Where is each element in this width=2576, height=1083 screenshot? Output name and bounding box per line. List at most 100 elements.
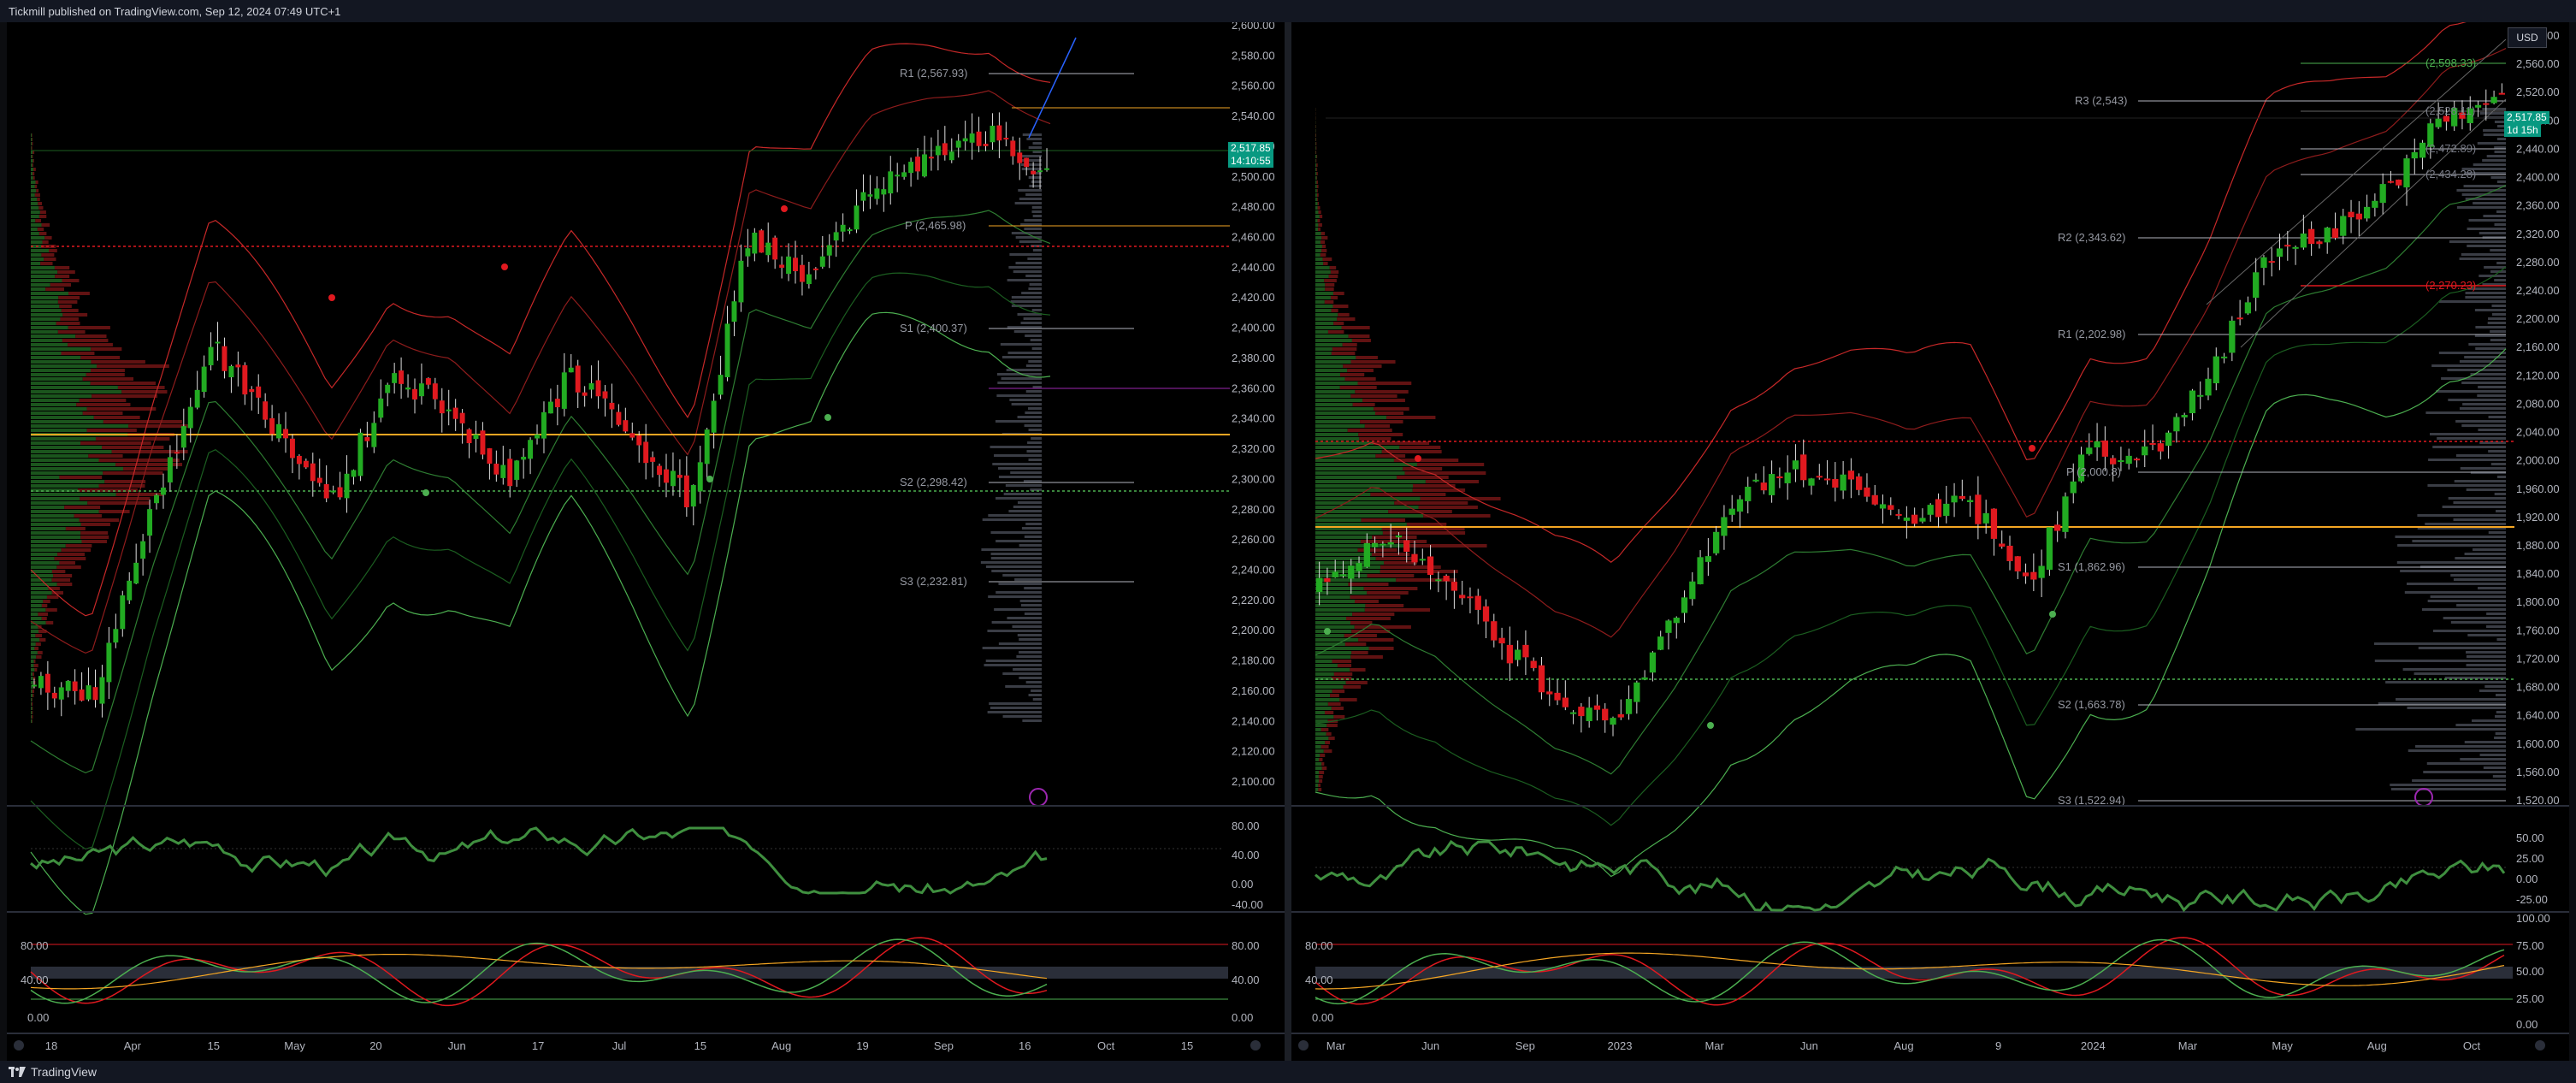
price-tick: 2,260.00 (1232, 533, 1275, 546)
price-tick: 2,400.00 (2516, 171, 2560, 184)
price-tick: 2,160.00 (1232, 684, 1275, 697)
pivot-s2-label: S2 (2,298.42) (900, 476, 967, 488)
price-tick: 2,580.00 (1232, 49, 1275, 62)
countdown-badge: 14:10:55 (1228, 155, 1273, 168)
pivot-r1-label: R1 (2,202.98) (2058, 328, 2126, 340)
price-tick: 2,400.00 (1232, 322, 1275, 334)
price-tick: 1,720.00 (2516, 652, 2560, 665)
svg-text:25.00: 25.00 (2516, 852, 2544, 865)
price-tick: 2,440.00 (2516, 142, 2560, 155)
svg-text:40.00: 40.00 (21, 974, 49, 986)
price-tick: 2,200.00 (1232, 624, 1275, 636)
price-tick: 2,200.00 (2516, 312, 2560, 325)
svg-text:80.00: 80.00 (1232, 939, 1260, 952)
svg-text:40.00: 40.00 (1232, 974, 1260, 986)
time-tick: Aug (2367, 1039, 2387, 1052)
last-price-badge: 2,517.85 (1228, 142, 1273, 155)
time-tick: 15 (1181, 1039, 1193, 1052)
level-label: (2,270.23) (2425, 279, 2476, 292)
svg-text:0.00: 0.00 (1232, 878, 1253, 891)
price-tick: 2,500.00 (1232, 170, 1275, 183)
pivot-s1-label: S1 (2,400.37) (900, 322, 967, 334)
price-tick: 2,380.00 (1232, 352, 1275, 364)
time-tick: Sep (934, 1039, 954, 1052)
pivot-r3-label: R3 (2,543) (2075, 94, 2127, 107)
price-tick: 1,880.00 (2516, 539, 2560, 552)
left-chart-panel[interactable]: R1 (2,567.93) P (2,465.98) S1 (2,400.37)… (7, 19, 1285, 1061)
price-tick: 2,240.00 (1232, 563, 1275, 576)
price-tick: 2,460.00 (1232, 231, 1275, 244)
price-tick: 2,120.00 (1232, 745, 1275, 758)
price-tick: 2,220.00 (1232, 594, 1275, 607)
svg-text:0.00: 0.00 (1312, 1011, 1333, 1024)
time-tick: 17 (532, 1039, 544, 1052)
time-tick: Aug (771, 1039, 791, 1052)
publisher-text: Tickmill published on TradingView.com, S… (9, 5, 341, 18)
time-tick: Apr (124, 1039, 142, 1052)
price-tick: 2,040.00 (2516, 426, 2560, 439)
price-tick: 2,160.00 (2516, 340, 2560, 353)
price-tick: 2,520.00 (2516, 86, 2560, 98)
price-tick: 2,440.00 (1232, 261, 1275, 274)
time-tick: Oct (2463, 1039, 2481, 1052)
price-tick: 2,420.00 (1232, 291, 1275, 304)
price-tick: 2,300.00 (1232, 472, 1275, 485)
price-tick: 2,340.00 (1232, 412, 1275, 425)
time-tick: Jun (448, 1039, 466, 1052)
price-tick: 1,800.00 (2516, 595, 2560, 608)
left-chart-svg[interactable]: R1 (2,567.93) P (2,465.98) S1 (2,400.37)… (7, 19, 1285, 1061)
time-tick: Mar (1326, 1039, 1346, 1052)
svg-text:0.00: 0.00 (1232, 1011, 1253, 1024)
pivot-s3-label: S3 (1,522.94) (2058, 794, 2125, 807)
price-tick: 1,960.00 (2516, 482, 2560, 495)
time-tick: 2024 (2081, 1039, 2106, 1052)
svg-text:40.00: 40.00 (1232, 849, 1260, 861)
price-tick: 2,280.00 (1232, 503, 1275, 516)
right-chart-svg[interactable]: R3 (2,543) R2 (2,343.62) R1 (2,202.98) P… (1291, 0, 2569, 1061)
footer-bar: TradingView (0, 1061, 2576, 1083)
svg-text:75.00: 75.00 (2516, 939, 2544, 952)
time-tick: Jun (1421, 1039, 1439, 1052)
time-tick: Sep (1515, 1039, 1535, 1052)
time-tick: 18 (45, 1039, 57, 1052)
price-tick: 1,680.00 (2516, 681, 2560, 694)
level-label: (2,528.11) (2425, 104, 2475, 117)
time-tick: Mar (1705, 1039, 1724, 1052)
price-tick: 2,140.00 (1232, 714, 1275, 727)
time-tick: Jul (612, 1039, 627, 1052)
svg-text:50.00: 50.00 (2516, 965, 2544, 978)
price-tick: 1,640.00 (2516, 709, 2560, 722)
time-tick: Mar (2178, 1039, 2198, 1052)
level-label: (2,472.89) (2425, 142, 2476, 155)
pivot-p-label: P (2,000.8) (2066, 465, 2121, 478)
pivot-p-label: P (2,465.98) (905, 219, 966, 232)
svg-text:40.00: 40.00 (1305, 974, 1333, 986)
panel-divider[interactable] (1285, 22, 1291, 1061)
right-chart-panel[interactable]: R3 (2,543) R2 (2,343.62) R1 (2,202.98) P… (1291, 0, 2569, 1061)
time-tick: May (284, 1039, 305, 1052)
svg-text:25.00: 25.00 (2516, 992, 2544, 1005)
tradingview-logo[interactable]: TradingView (9, 1065, 97, 1079)
time-tick: 9 (1995, 1039, 2001, 1052)
price-tick: 2,360.00 (1232, 382, 1275, 394)
time-tick: 2023 (1608, 1039, 1633, 1052)
price-tick: 2,080.00 (2516, 397, 2560, 410)
currency-button[interactable]: USD (2508, 27, 2547, 48)
time-tick: 15 (694, 1039, 706, 1052)
svg-text:-40.00: -40.00 (1232, 898, 1263, 911)
time-tick: Aug (1894, 1039, 1913, 1052)
time-tick: 20 (369, 1039, 381, 1052)
svg-text:0.00: 0.00 (2516, 873, 2538, 885)
top-bar: Tickmill published on TradingView.com, S… (0, 0, 2576, 22)
time-tick: Oct (1097, 1039, 1115, 1052)
svg-text:-25.00: -25.00 (2516, 893, 2548, 906)
price-tick: 2,000.00 (2516, 454, 2560, 467)
price-tick: 2,100.00 (1232, 775, 1275, 788)
price-tick: 2,480.00 (1232, 200, 1275, 213)
price-tick: 2,120.00 (2516, 369, 2560, 382)
pivot-r1-label: R1 (2,567.93) (900, 67, 968, 80)
price-tick: 2,560.00 (1232, 80, 1275, 92)
svg-text:80.00: 80.00 (1232, 820, 1260, 832)
time-tick: 19 (856, 1039, 868, 1052)
time-tick: 16 (1019, 1039, 1031, 1052)
